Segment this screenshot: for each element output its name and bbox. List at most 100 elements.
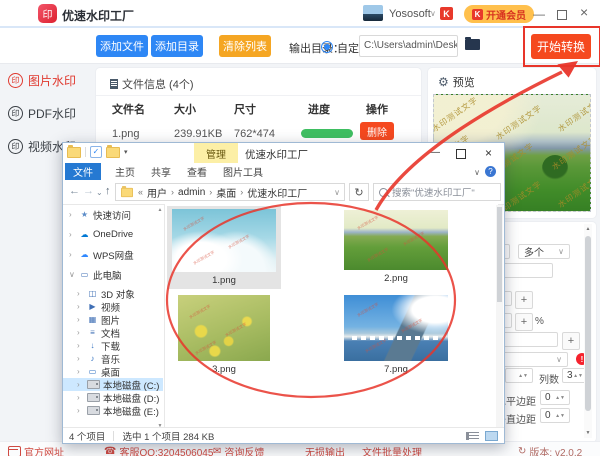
tab-share[interactable]: 共享 [143,163,179,180]
feedback-link[interactable]: ✉ 咨询反馈 [213,444,264,456]
manage-context-tab[interactable]: 管理 [194,143,238,163]
progress-bar [301,129,353,138]
chevron-down-icon[interactable]: ∨ [334,188,340,197]
tree-pictures[interactable]: ›▦图片 [63,313,163,326]
qat-dropdown-icon[interactable]: ▾ [124,148,128,156]
file-item-2[interactable]: 水印测试文字 水印测试文字 水印测试文字 2.png [339,207,453,287]
opacity-plus-button[interactable]: + [515,313,533,331]
tree-documents[interactable]: ›≡文档 [63,326,163,339]
document-icon: ≡ [87,328,98,337]
spinner-arrows-icon[interactable]: ▲▼ [573,374,583,378]
account-chevron-down-icon[interactable]: ∨ [430,9,436,18]
scroll-up-icon[interactable]: ▲ [584,226,592,232]
tree-wps-drive[interactable]: ›☁WPS网盘 [63,247,163,262]
tree-scrollbar[interactable]: ▲ ▼ [156,207,164,429]
ribbon-collapse-icon[interactable]: ∨ [474,168,480,177]
official-site-link[interactable]: 官方网址 [8,444,64,456]
tree-this-pc[interactable]: ∨▭此电脑 [63,267,163,282]
folder-icon[interactable] [67,147,81,158]
details-view-icon[interactable] [466,432,479,440]
tree-disk-e[interactable]: ›本地磁盘 (E:) [63,404,163,417]
close-button[interactable]: × [580,6,588,18]
file-panel-header: 文件信息 (4个) [110,76,194,92]
cloud-icon: ☁ [79,230,90,239]
nav-item-pdf-watermark[interactable]: 印 PDF水印 [0,97,90,130]
rows-stepper[interactable]: ▲▼ [505,368,533,383]
properties-check-icon[interactable]: ✓ [90,146,102,158]
tree-disk-d[interactable]: ›本地磁盘 (D:) [63,391,163,404]
tree-onedrive[interactable]: ›☁OneDrive [63,227,163,242]
custom-radio[interactable] [321,41,333,53]
thumbnail-view-icon[interactable] [485,431,498,441]
spinner-arrows-icon[interactable]: ▲▼ [555,396,565,400]
spinner-arrows-icon[interactable]: ▲▼ [518,374,528,378]
add-file-button[interactable]: 添加文件 [96,35,148,57]
spinner-arrows-icon[interactable]: ▲▼ [555,414,565,418]
crumb-users[interactable]: 用户 [147,185,167,200]
tree-disk-c[interactable]: ›本地磁盘 (C:) [63,378,163,391]
explorer-minimize-button[interactable]: — [430,147,440,158]
crumb-sep: › [240,187,243,197]
avatar[interactable] [363,5,383,21]
selection-info: 选中 1 个项目 284 KB [122,429,214,443]
up-icon[interactable]: ↑ [105,185,111,197]
tab-file[interactable]: 文件 [65,163,101,180]
forward-icon[interactable]: → [83,185,94,197]
file-area-scrollbar[interactable] [496,205,503,427]
tab-view[interactable]: 查看 [179,163,215,180]
scroll-up-icon[interactable]: ▲ [156,207,164,213]
browse-folder-icon[interactable] [465,39,480,50]
font-plus-button[interactable]: + [562,332,580,350]
maximize-button[interactable] [557,10,567,20]
v-margin-stepper[interactable]: 0 ▲▼ [540,408,570,423]
explorer-maximize-button[interactable] [456,149,466,159]
crumb-admin[interactable]: admin [178,187,205,198]
folder-icon[interactable] [106,147,120,158]
scrollbar-thumb[interactable] [585,236,591,411]
tree-music[interactable]: ›♪音乐 [63,352,163,365]
disk-icon [87,393,100,402]
file-item-7[interactable]: 水印测试文字 水印测试文字 水印测试文字 7.png [339,292,453,378]
tree-videos[interactable]: ›▶视频 [63,300,163,313]
settings-scrollbar[interactable]: ▲ ▼ [584,224,592,438]
history-drop-icon[interactable]: ⌄ [96,188,103,197]
open-vip-button[interactable]: K 开通会员 [464,5,534,23]
help-icon[interactable]: ? [485,166,496,177]
start-convert-button[interactable]: 开始转换 [531,34,591,59]
explorer-close-button[interactable]: × [485,146,492,160]
minimize-button[interactable]: — [533,8,545,20]
tree-quick-access[interactable]: ›★快速访问 [63,207,163,222]
col-action: 操作 [366,101,388,117]
crumb-prefix: « [138,187,143,197]
tree-downloads[interactable]: ›↓下载 [63,339,163,352]
clear-list-button[interactable]: 清除列表 [219,35,271,57]
phone-icon: ☎ [104,446,116,456]
address-bar: ← → ⌄ ↑ « 用户 › admin › 桌面 › 优速水印工厂 ∨ ↻ 搜… [63,180,504,205]
scroll-down-icon[interactable]: ▼ [584,430,592,436]
output-path-input[interactable]: C:\Users\admin\Deskto [359,35,458,57]
delete-button[interactable]: 删除 [360,122,394,140]
refresh-icon[interactable]: ↻ [518,446,526,456]
add-directory-button[interactable]: 添加目录 [151,35,203,57]
crumb-desktop[interactable]: 桌面 [216,185,236,200]
h-margin-stepper[interactable]: 0 ▲▼ [540,390,570,405]
tree-desktop[interactable]: ›▭桌面 [63,365,163,378]
refresh-button[interactable]: ↻ [349,183,369,201]
size-plus-button[interactable]: + [515,291,533,309]
search-box[interactable]: 搜索"优速水印工厂" [373,183,501,201]
app-window: 印 优速水印工厂 Yososoft ∨ K K 开通会员 — × 添加文件 添加… [0,0,600,456]
account-name[interactable]: Yososoft [389,8,431,20]
crumb-current[interactable]: 优速水印工厂 [247,185,307,200]
back-icon[interactable]: ← [69,185,80,197]
divider [85,147,86,157]
file-item-1[interactable]: 水印测试文字 水印测试文字 水印测试文字 1.png [167,206,281,289]
scrollbar-thumb[interactable] [497,207,502,302]
nav-item-image-watermark[interactable]: 印 图片水印 [0,64,90,97]
file-item-3[interactable]: 水印测试文字 水印测试文字 水印测试文字 3.png [173,292,275,378]
breadcrumb[interactable]: « 用户 › admin › 桌面 › 优速水印工厂 ∨ [115,183,345,201]
official-site-label: 官方网址 [24,444,64,456]
tab-home[interactable]: 主页 [107,163,143,180]
tab-picture-tools[interactable]: 图片工具 [215,163,271,180]
multi-select[interactable]: 多个 ∨ [518,244,570,259]
tree-3d-objects[interactable]: ›◫3D 对象 [63,287,163,300]
